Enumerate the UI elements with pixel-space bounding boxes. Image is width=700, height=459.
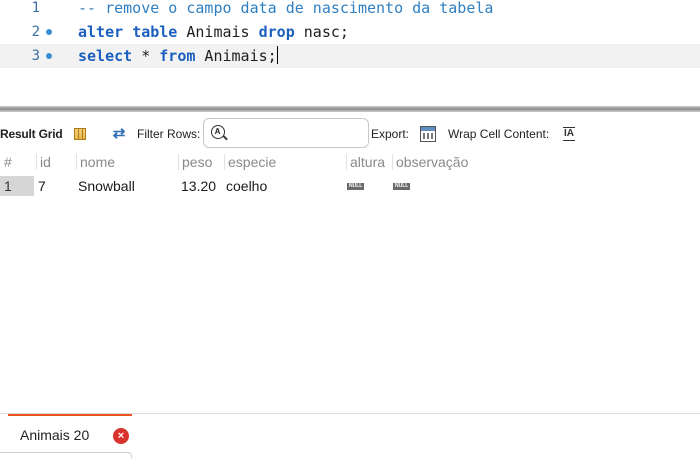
grid-view-icon[interactable] [74,128,86,140]
editor-line-3[interactable]: 3 select * from Animais; [0,44,700,68]
result-grid-tab[interactable]: Result Grid [0,116,63,152]
line-number: 3 [31,48,40,64]
editor-line-2[interactable]: 2 alter table Animais drop nasc; [0,20,700,44]
cell-especie[interactable]: coelho [226,176,267,196]
result-tab-animais[interactable]: Animais 20 × [8,414,132,454]
panel-edge [0,452,132,458]
cell-altura-null-badge[interactable]: NULL [347,183,365,190]
filter-rows-label: Filter Rows: [137,127,201,141]
column-header-rownum[interactable]: # [4,152,12,172]
sql-editor[interactable]: 1 -- remove o campo data de nascimento d… [0,0,700,92]
column-header-id[interactable]: id [40,152,51,172]
result-toolbar: Result Grid ⇄ Filter Rows: A Export: Wra… [0,116,700,152]
text-caret [276,46,278,64]
column-header-especie[interactable]: especie [228,152,276,172]
table-row[interactable]: 1 7 Snowball 13.20 coelho NULL NULL [0,176,700,196]
row-number-cell[interactable]: 1 [0,176,34,196]
wrap-text-icon[interactable]: IA [563,127,575,141]
column-separator [76,154,77,170]
sql-comment: -- remove o campo data de nascimento da … [78,0,494,17]
editor-line-1[interactable]: 1 -- remove o campo data de nascimento d… [0,0,700,20]
cell-id[interactable]: 7 [38,176,46,196]
column-separator [346,154,347,170]
filter-rows-box[interactable]: A [203,118,369,148]
column-separator [178,154,179,170]
refresh-icon[interactable]: ⇄ [110,126,128,142]
cell-nome[interactable]: Snowball [78,176,135,196]
line-number: 2 [31,24,40,40]
column-header-altura[interactable]: altura [350,152,385,172]
column-separator [36,154,37,170]
line-number: 1 [31,0,40,16]
column-separator [392,154,393,170]
tab-label: Animais 20 [20,427,90,443]
sql-statement: alter table Animais drop nasc; [78,23,349,41]
column-header-nome[interactable]: nome [80,152,115,172]
column-separator [224,154,225,170]
cell-peso[interactable]: 13.20 [181,176,216,196]
sql-statement: select * from Animais; [78,46,278,65]
column-header-observacao[interactable]: observação [396,152,476,172]
wrap-cell-label: Wrap Cell Content: [448,127,550,141]
search-icon: A [211,125,225,139]
export-icon[interactable] [420,126,436,142]
statement-marker-icon [46,53,52,59]
filter-rows-input[interactable] [232,123,366,145]
statement-marker-icon [46,29,52,35]
close-icon[interactable]: × [113,428,129,444]
export-label: Export: [371,127,410,141]
cell-observacao-null-badge[interactable]: NULL [393,183,411,190]
column-header-peso[interactable]: peso [182,152,212,172]
panel-splitter[interactable] [0,106,700,112]
